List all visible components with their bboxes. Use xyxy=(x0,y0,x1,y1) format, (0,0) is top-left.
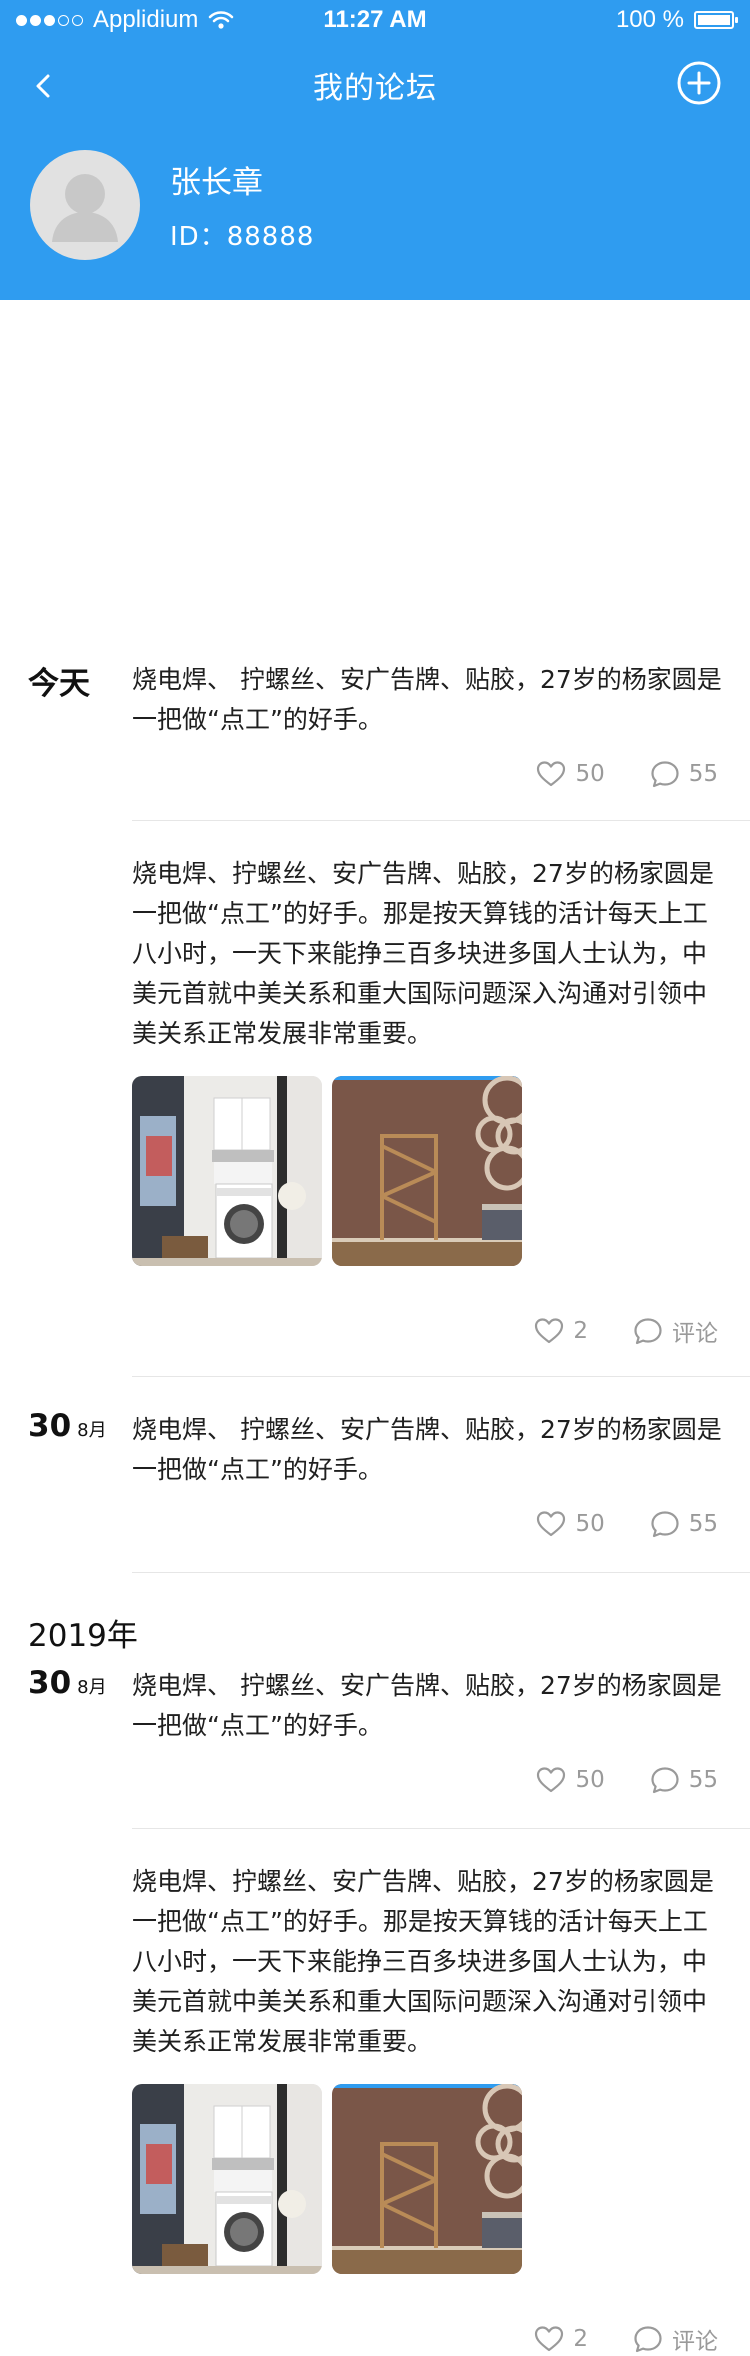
date-today: 今天 xyxy=(28,666,90,702)
post-image-laundry[interactable] xyxy=(132,1076,322,1266)
divider xyxy=(132,1828,750,1829)
comment-icon xyxy=(632,1315,664,1347)
divider xyxy=(132,1572,750,1573)
post-text: 烧电焊、拧螺丝、安广告牌、贴胶，27岁的杨家圆是一把做“点工”的好手。那是按天算… xyxy=(132,1867,714,2056)
like-button[interactable]: 2 xyxy=(533,1315,588,1347)
heart-icon xyxy=(535,1508,567,1540)
post-text: 烧电焊、 拧螺丝、安广告牌、贴胶，27岁的杨家圆是一把做“点工”的好手。 xyxy=(132,665,722,734)
date-month: 8月 xyxy=(77,1677,107,1698)
comment-count: 55 xyxy=(688,1767,718,1793)
comment-button[interactable]: 评论 xyxy=(632,1314,718,1348)
battery-icon xyxy=(694,11,738,29)
like-button[interactable]: 50 xyxy=(535,758,605,790)
heart-icon xyxy=(535,1764,567,1796)
date-month: 8月 xyxy=(77,1420,107,1441)
nav-bar: 我的论坛 xyxy=(0,50,750,120)
comment-icon xyxy=(632,2323,664,2355)
add-icon[interactable] xyxy=(676,60,722,106)
post-actions: 50 55 xyxy=(535,758,718,790)
year-label: 2019年 xyxy=(28,1618,138,1654)
post-text: 烧电焊、拧螺丝、安广告牌、贴胶，27岁的杨家圆是一把做“点工”的好手。那是按天算… xyxy=(132,859,714,1048)
like-count: 50 xyxy=(575,1767,605,1793)
like-count: 50 xyxy=(575,761,605,787)
user-id: ID：88888 xyxy=(170,222,315,252)
profile-text: 张长章 ID：88888 xyxy=(170,157,314,253)
comment-button[interactable]: 55 xyxy=(649,1508,718,1540)
profile-card[interactable]: 张长章 ID：88888 xyxy=(30,150,314,260)
like-count: 50 xyxy=(575,1511,605,1537)
heart-icon xyxy=(533,2323,565,2355)
comment-count: 55 xyxy=(688,761,718,787)
post-item[interactable]: 烧电焊、 拧螺丝、安广告牌、贴胶，27岁的杨家圆是一把做“点工”的好手。 xyxy=(132,660,732,740)
comment-icon xyxy=(649,758,681,790)
post-item[interactable]: 烧电焊、 拧螺丝、安广告牌、贴胶，27岁的杨家圆是一把做“点工”的好手。 xyxy=(132,1410,732,1490)
date-label: 30 8月 xyxy=(28,1665,107,1701)
like-button[interactable]: 50 xyxy=(535,1508,605,1540)
like-button[interactable]: 2 xyxy=(533,2323,588,2355)
comment-count: 55 xyxy=(688,1511,718,1537)
post-images xyxy=(132,1076,732,1266)
post-actions: 50 55 xyxy=(535,1508,718,1540)
wifi-icon xyxy=(209,11,234,29)
date-day: 30 xyxy=(28,1665,72,1701)
header: Applidium 11:27 AM 100 % 我的论坛 张长章 ID：888… xyxy=(0,0,750,300)
date-label: 30 8月 xyxy=(28,1408,107,1444)
post-image-shelf[interactable] xyxy=(332,1076,522,1266)
status-right: 100 % xyxy=(615,6,738,34)
comment-label: 评论 xyxy=(672,2329,718,2355)
comment-icon xyxy=(649,1508,681,1540)
post-item[interactable]: 烧电焊、拧螺丝、安广告牌、贴胶，27岁的杨家圆是一把做“点工”的好手。那是按天算… xyxy=(132,1862,732,2274)
post-actions: 2 评论 xyxy=(533,2322,718,2356)
comment-button[interactable]: 55 xyxy=(649,1764,718,1796)
like-count: 2 xyxy=(573,2326,588,2352)
heart-icon xyxy=(533,1315,565,1347)
comment-icon xyxy=(649,1764,681,1796)
post-item[interactable]: 烧电焊、 拧螺丝、安广告牌、贴胶，27岁的杨家圆是一把做“点工”的好手。 xyxy=(132,1666,732,1746)
back-icon[interactable] xyxy=(22,64,66,108)
post-text: 烧电焊、 拧螺丝、安广告牌、贴胶，27岁的杨家圆是一把做“点工”的好手。 xyxy=(132,1671,722,1740)
status-bar: Applidium 11:27 AM 100 % xyxy=(0,0,750,40)
post-item[interactable]: 烧电焊、拧螺丝、安广告牌、贴胶，27岁的杨家圆是一把做“点工”的好手。那是按天算… xyxy=(132,854,732,1266)
post-image-shelf[interactable] xyxy=(332,2084,522,2274)
signal-strength-icon xyxy=(16,14,83,26)
comment-button[interactable]: 评论 xyxy=(632,2322,718,2356)
post-actions: 50 55 xyxy=(535,1764,718,1796)
post-images xyxy=(132,2084,732,2274)
post-image-laundry[interactable] xyxy=(132,2084,322,2274)
like-button[interactable]: 50 xyxy=(535,1764,605,1796)
status-time: 11:27 AM xyxy=(323,6,427,33)
comment-label: 评论 xyxy=(672,1321,718,1347)
post-text: 烧电焊、 拧螺丝、安广告牌、贴胶，27岁的杨家圆是一把做“点工”的好手。 xyxy=(132,1415,722,1484)
date-day: 30 xyxy=(28,1408,72,1444)
like-count: 2 xyxy=(573,1318,588,1344)
page-title: 我的论坛 xyxy=(313,71,437,106)
avatar[interactable] xyxy=(30,150,140,260)
divider xyxy=(132,820,750,821)
post-actions: 2 评论 xyxy=(533,1314,718,1348)
status-left: Applidium xyxy=(16,6,234,34)
battery-percent: 100 % xyxy=(615,6,684,33)
carrier-name: Applidium xyxy=(93,6,199,33)
divider xyxy=(132,1376,750,1377)
user-icon xyxy=(52,174,118,242)
heart-icon xyxy=(535,758,567,790)
comment-button[interactable]: 55 xyxy=(649,758,718,790)
user-name: 张长章 xyxy=(170,165,263,201)
